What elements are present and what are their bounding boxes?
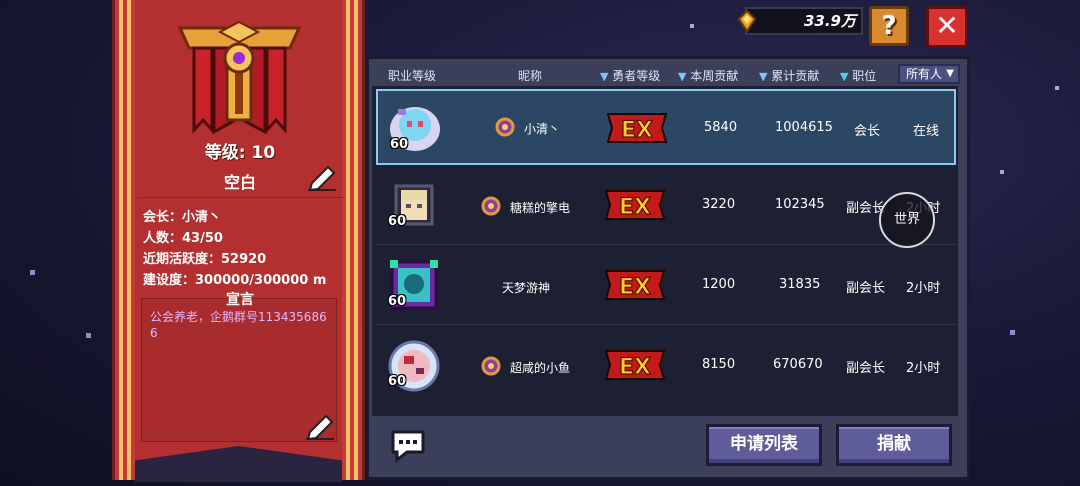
online-status: 2小时: [906, 281, 941, 296]
row-divider: [376, 244, 956, 245]
member-nickname: 糖糕的擎电: [510, 201, 571, 215]
edit-notice-pencil-icon[interactable]: [304, 412, 336, 440]
member-nickname: 天梦游神: [502, 281, 551, 295]
world-chat-button[interactable]: 世界: [879, 192, 935, 248]
table-row[interactable]: 60 超咸的小鱼 EX 8150 670670 副会长 2小时: [376, 328, 956, 404]
chat-bubble-icon[interactable]: [387, 428, 429, 464]
table-row[interactable]: 60 糖糕的擎电 EX 3220 102345 副会长 2小时: [376, 168, 956, 244]
guild-emblem-icon: [177, 20, 302, 135]
total-contribution: 1004615: [775, 120, 833, 135]
table-row[interactable]: 60 小清丶 EX 5840 1004615 会长 在线: [376, 89, 956, 165]
donate-button[interactable]: 捐献: [836, 424, 952, 466]
sort-arrow-icon: ▼: [678, 70, 687, 83]
hero-level: 60: [388, 374, 407, 389]
total-contribution: 31835: [779, 277, 821, 292]
star-decoration: [1010, 330, 1015, 335]
svg-text:EX: EX: [619, 195, 651, 220]
divider: [138, 197, 344, 198]
star-decoration: [86, 333, 91, 338]
guild-level: 等级: 10: [204, 143, 276, 163]
guild-members: 人数：43/50: [143, 231, 223, 246]
ex-rank-badge-icon: EX: [604, 270, 666, 301]
ex-rank-badge-icon: EX: [606, 113, 668, 144]
help-button[interactable]: ?: [869, 6, 909, 46]
star-decoration: [690, 24, 694, 28]
gold-gem-icon: [737, 10, 757, 32]
notice-title: 宣言: [226, 292, 254, 308]
hero-level: 60: [388, 294, 407, 309]
ex-rank-badge-icon: EX: [604, 350, 666, 381]
sort-arrow-icon: ▼: [840, 70, 849, 83]
apply-list-button[interactable]: 申请列表: [706, 424, 822, 466]
close-button[interactable]: ✕: [926, 6, 968, 48]
currency-value: 33.9万: [803, 12, 856, 30]
header-hero-level[interactable]: ▼ 勇者等级: [600, 67, 660, 84]
header-weekly[interactable]: ▼ 本周贡献: [678, 67, 738, 84]
weekly-contribution: 8150: [702, 357, 736, 372]
svg-text:EX: EX: [619, 355, 651, 380]
star-decoration: [30, 270, 35, 275]
guild-construction: 建设度：300000/300000 m: [143, 273, 327, 288]
edit-name-pencil-icon[interactable]: [306, 163, 338, 191]
total-contribution: 670670: [773, 357, 823, 372]
total-contribution: 102345: [775, 197, 825, 212]
guild-activity: 近期活跃度：52920: [143, 252, 267, 267]
hero-level: 60: [388, 214, 407, 229]
weekly-contribution: 1200: [702, 277, 736, 292]
rank-crest-icon: [495, 117, 515, 137]
header-class-level: 职业等级: [388, 69, 437, 83]
sort-arrow-icon: ▼: [759, 70, 768, 83]
header-nickname: 昵称: [518, 69, 543, 83]
notice-text: 公会养老，企鹅群号1134356866: [150, 310, 327, 340]
hero-level: 60: [390, 137, 409, 152]
svg-text:EX: EX: [619, 275, 651, 300]
member-position: 会长: [854, 124, 881, 139]
member-position: 副会长: [846, 281, 886, 296]
rank-crest-icon: [481, 356, 501, 376]
header-position[interactable]: ▼ 职位: [840, 67, 876, 84]
member-filter-select[interactable]: 所有人 ▼: [898, 64, 960, 84]
online-status: 2小时: [906, 361, 941, 376]
header-total[interactable]: ▼ 累计贡献: [759, 67, 819, 84]
member-nickname: 超咸的小鱼: [510, 361, 571, 375]
sort-arrow-icon: ▼: [600, 70, 609, 83]
row-divider: [376, 324, 956, 325]
weekly-contribution: 3220: [702, 197, 736, 212]
weekly-contribution: 5840: [704, 120, 738, 135]
member-position: 副会长: [846, 361, 886, 376]
star-decoration: [1000, 170, 1004, 174]
star-decoration: [1055, 86, 1059, 90]
ex-rank-badge-icon: EX: [604, 190, 666, 221]
rank-crest-icon: [481, 196, 501, 216]
chevron-down-icon: ▼: [946, 68, 954, 79]
member-nickname: 小清丶: [524, 122, 561, 136]
online-status: 在线: [913, 124, 940, 139]
guild-leader: 会长：小清丶: [143, 210, 222, 225]
table-row[interactable]: 60 天梦游神 EX 1200 31835 副会长 2小时: [376, 248, 956, 324]
svg-text:EX: EX: [621, 118, 653, 143]
